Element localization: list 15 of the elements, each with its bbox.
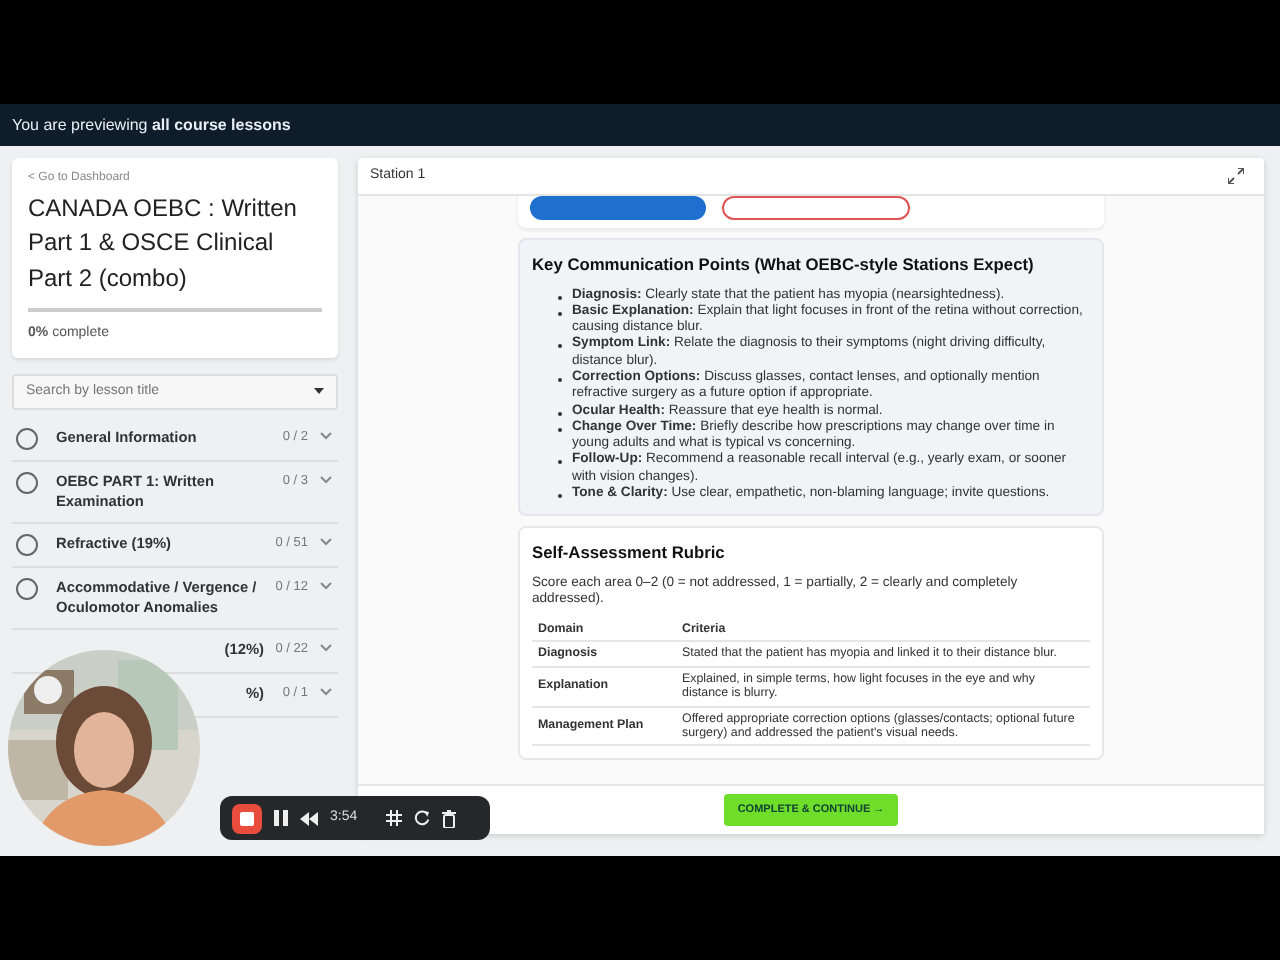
section-heading: Self-Assessment Rubric [532, 542, 725, 563]
pause-icon[interactable] [274, 810, 288, 826]
preview-banner-text: You are previewing all course lessons [12, 113, 291, 137]
action-button[interactable] [722, 196, 910, 220]
stop-button[interactable] [232, 803, 262, 833]
trash-icon[interactable] [441, 809, 456, 827]
restart-icon[interactable] [413, 810, 430, 826]
stop-icon [240, 811, 254, 825]
action-button[interactable] [530, 196, 706, 220]
caret-icon[interactable] [314, 387, 324, 396]
grid-icon[interactable] [385, 810, 402, 826]
rewind-icon[interactable] [300, 811, 318, 825]
course-title: CANADA OEBC : Written Part 1 & OSCE Clinical Part 2 (combo) [28, 194, 297, 292]
expand-icon[interactable] [1228, 168, 1244, 184]
section-heading: Key Communication Points (What OEBC-style Stations Expect) [532, 254, 1034, 274]
